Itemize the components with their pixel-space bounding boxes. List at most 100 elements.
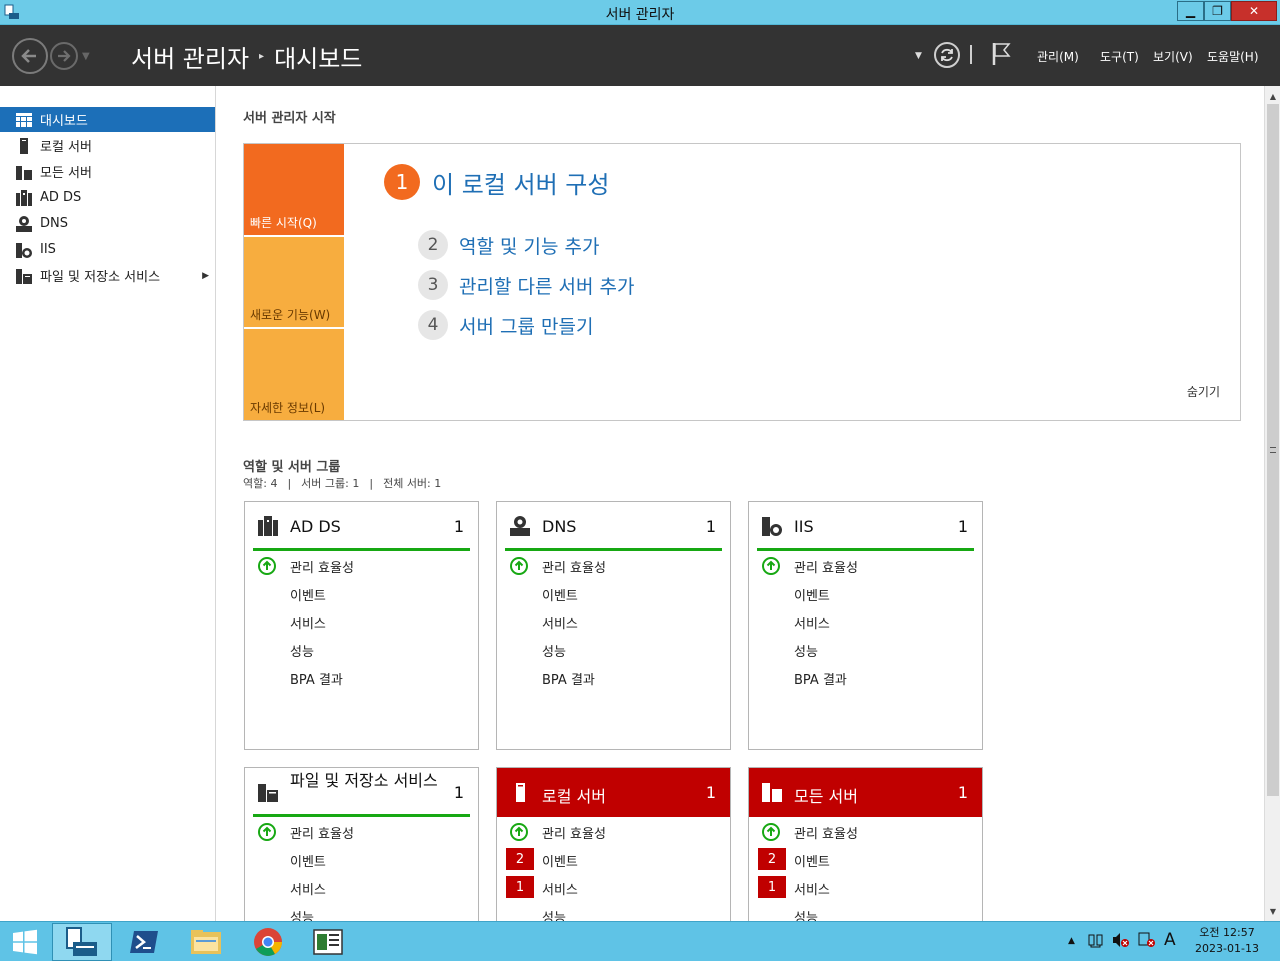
scroll-up-icon[interactable]: ▲ [1265,88,1280,104]
card-row[interactable]: 관리 효율성 [749,551,982,579]
card-row[interactable]: 서비스 [749,607,982,635]
menu-manage[interactable]: 관리(M) [1037,48,1079,65]
card-row[interactable]: BPA 결과 [497,663,730,691]
tray-overflow-icon[interactable]: ▲ [1068,936,1075,946]
tools-icon [313,929,343,955]
expand-arrow-icon[interactable]: ▶ [202,271,209,281]
refresh-button[interactable] [934,42,960,68]
card-row[interactable]: 관리 효율성 [245,817,478,845]
menu-help[interactable]: 도움말(H) [1207,48,1259,65]
maximize-button[interactable]: ❐ [1204,1,1231,21]
card-row[interactable]: 성능 [497,635,730,663]
breadcrumb-root[interactable]: 서버 관리자 [131,39,249,74]
hide-link[interactable]: 숨기기 [1187,383,1220,400]
notification-dropdown-icon[interactable]: ▼ [915,51,922,61]
back-button[interactable] [12,38,48,74]
card-row[interactable]: 성능 [245,635,478,663]
card-row[interactable]: 이벤트 [749,579,982,607]
card-row[interactable]: BPA 결과 [749,663,982,691]
sidebar-item-all-servers[interactable]: 모든 서버 [0,159,215,184]
card-header[interactable]: IIS 1 [749,502,982,551]
tile-whats-new[interactable]: 새로운 기능(W) [244,237,344,327]
sidebar-item-local-server[interactable]: 로컬 서버 [0,133,215,158]
sidebar-item-label: 대시보드 [40,114,88,129]
card-header[interactable]: 모든 서버 1 [749,768,982,817]
step-link[interactable]: 역할 및 기능 추가 [459,232,599,259]
card-header[interactable]: 로컬 서버 1 [497,768,730,817]
arrow-left-icon [21,49,36,63]
card-row[interactable]: 성능 [245,901,478,921]
tile-learn-more[interactable]: 자세한 정보(L) [244,329,344,420]
card-row[interactable]: 2 이벤트 [497,845,730,873]
volume-muted-icon[interactable] [1112,932,1130,951]
menu-tools[interactable]: 도구(T) [1100,48,1139,65]
card-row[interactable]: 서비스 [245,873,478,901]
card-row[interactable]: 1 서비스 [749,873,982,901]
tile-quick-start[interactable]: 빠른 시작(Q) [244,144,344,235]
sidebar-item-file-storage[interactable]: 파일 및 저장소 서비스 ▶ [0,263,215,288]
card-row[interactable]: 성능 [749,635,982,663]
card-row[interactable]: BPA 결과 [245,663,478,691]
card-row[interactable]: 서비스 [497,607,730,635]
card-row[interactable]: 관리 효율성 [245,551,478,579]
dashboard-main: 서버 관리자 시작 빠른 시작(Q) 새로운 기능(W) 자세한 정보(L) 1… [217,86,1264,921]
card-row[interactable]: 이벤트 [497,579,730,607]
sidebar-item-dns[interactable]: DNS [0,211,215,236]
row-label: 관리 효율성 [290,561,354,576]
forward-button[interactable] [50,42,78,70]
step-add-roles[interactable]: 2 역할 및 기능 추가 [418,230,599,260]
taskbar-powershell[interactable] [114,923,174,961]
step-link[interactable]: 이 로컬 서버 구성 [432,165,609,200]
row-label: 이벤트 [542,589,578,604]
file-storage-icon [16,268,32,284]
taskbar-chrome[interactable] [238,923,298,961]
step-create-server-group[interactable]: 4 서버 그룹 만들기 [418,310,593,340]
history-dropdown-icon[interactable]: ▼ [82,51,90,62]
menu-view[interactable]: 보기(V) [1153,48,1193,65]
role-card-local-server[interactable]: 로컬 서버 1 관리 효율성 2 이벤트 1 서비스 성능 [496,767,731,921]
sidebar-item-dashboard[interactable]: 대시보드 [0,107,215,132]
card-row[interactable]: 1 서비스 [497,873,730,901]
sidebar-item-ad-ds[interactable]: AD DS [0,185,215,210]
scroll-down-icon[interactable]: ▼ [1265,903,1280,919]
card-row[interactable]: 성능 [497,901,730,921]
row-label: 이벤트 [290,855,326,870]
card-row[interactable]: 2 이벤트 [749,845,982,873]
row-label: 서비스 [794,883,830,898]
card-row[interactable]: 서비스 [245,607,478,635]
step-link[interactable]: 서버 그룹 만들기 [459,312,593,339]
start-button[interactable] [0,923,50,961]
card-row[interactable]: 관리 효율성 [497,817,730,845]
minimize-button[interactable]: ▁ [1177,1,1204,21]
role-card-iis[interactable]: IIS 1 관리 효율성 이벤트 서비스 성능 BPA 결과 [748,501,983,750]
step-add-servers[interactable]: 3 관리할 다른 서버 추가 [418,270,634,300]
taskbar-file-explorer[interactable] [176,923,236,961]
vertical-scrollbar[interactable]: ▲ ▼ [1264,86,1280,921]
card-row[interactable]: 이벤트 [245,579,478,607]
ime-indicator[interactable]: A [1164,930,1176,950]
role-card-all-servers[interactable]: 모든 서버 1 관리 효율성 2 이벤트 1 서비스 성능 [748,767,983,921]
role-card-file-storage[interactable]: 파일 및 저장소 서비스 1 관리 효율성 이벤트 서비스 성능 [244,767,479,921]
clock[interactable]: 오전 12:57 2023-01-13 [1188,925,1266,957]
scroll-thumb[interactable] [1267,104,1279,796]
file-explorer-icon [191,930,221,954]
taskbar-server-manager[interactable] [52,923,112,961]
card-row[interactable]: 관리 효율성 [497,551,730,579]
card-header[interactable]: DNS 1 [497,502,730,551]
taskbar-tools[interactable] [298,923,358,961]
server-groups-count: 서버 그룹: 1 [301,477,360,490]
card-header[interactable]: 파일 및 저장소 서비스 1 [245,768,478,817]
network-icon[interactable] [1088,932,1104,951]
notifications-flag-icon[interactable] [992,42,1012,70]
action-center-icon[interactable] [1138,932,1156,951]
step-link[interactable]: 관리할 다른 서버 추가 [459,272,634,299]
card-row[interactable]: 관리 효율성 [749,817,982,845]
card-row[interactable]: 성능 [749,901,982,921]
step-configure-local-server[interactable]: 1 이 로컬 서버 구성 [384,164,609,200]
close-button[interactable]: ✕ [1231,1,1277,21]
role-card-ad-ds[interactable]: AD DS 1 관리 효율성 이벤트 서비스 성능 BPA 결과 [244,501,479,750]
sidebar-item-iis[interactable]: IIS [0,237,215,262]
card-header[interactable]: AD DS 1 [245,502,478,551]
role-card-dns[interactable]: DNS 1 관리 효율성 이벤트 서비스 성능 BPA 결과 [496,501,731,750]
card-row[interactable]: 이벤트 [245,845,478,873]
